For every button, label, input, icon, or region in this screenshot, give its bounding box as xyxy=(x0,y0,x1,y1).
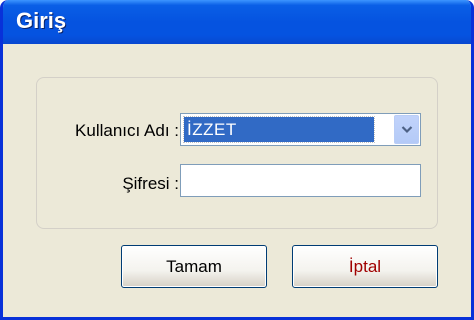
password-field[interactable] xyxy=(180,164,421,197)
password-label: Şifresi : xyxy=(122,174,179,193)
login-groupbox xyxy=(36,77,438,229)
cancel-button[interactable]: İptal xyxy=(292,245,438,288)
username-selected-value[interactable]: İZZET xyxy=(183,116,375,143)
title-bar[interactable]: Giriş xyxy=(3,0,471,44)
ok-button[interactable]: Tamam xyxy=(121,245,267,288)
window-title: Giriş xyxy=(16,8,67,33)
chevron-down-icon xyxy=(401,126,412,134)
dropdown-button[interactable] xyxy=(394,115,419,144)
username-label: Kullanıcı Adı : xyxy=(75,121,179,140)
username-combobox[interactable]: İZZET xyxy=(180,113,421,146)
